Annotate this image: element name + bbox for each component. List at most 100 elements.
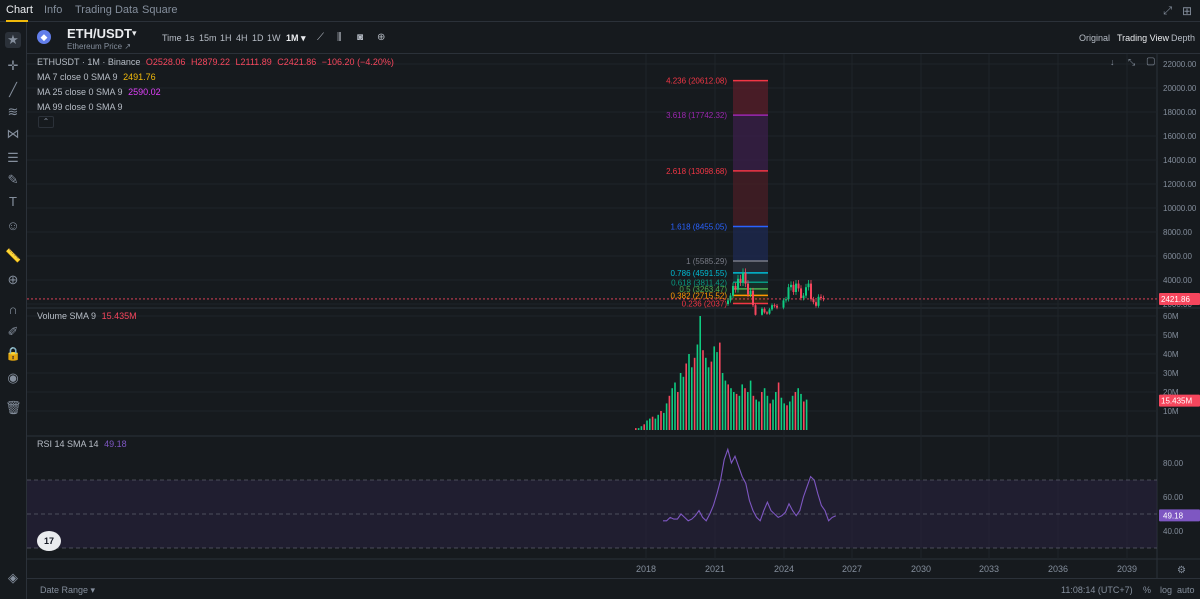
tab-square[interactable]: Square — [142, 4, 177, 16]
volume-bar — [635, 428, 637, 430]
candle-body — [815, 302, 817, 306]
tradingview-logo[interactable]: 17 — [37, 531, 61, 551]
percent-toggle[interactable]: % — [1143, 585, 1151, 595]
tab-trading-data[interactable]: Trading Data — [75, 4, 138, 16]
fib-level-label: 2.618 (13098.68) — [666, 167, 727, 176]
volume-bar — [752, 395, 755, 430]
candle-body — [805, 287, 807, 296]
eye-icon[interactable]: ◉ — [5, 370, 21, 386]
fib-zone — [733, 170, 768, 227]
interval-4h[interactable]: 4H — [236, 33, 248, 43]
interval-1s[interactable]: 1s — [185, 33, 195, 43]
date-range-button[interactable]: Date Range ▾ — [40, 585, 95, 596]
move-down-icon[interactable]: ↓ — [1110, 57, 1115, 67]
interval-15m[interactable]: 15m — [199, 33, 217, 43]
view-depth[interactable]: Depth — [1171, 33, 1195, 43]
volume-legend[interactable]: Volume SMA 9 15.435M — [37, 311, 140, 321]
candle-body — [795, 283, 797, 292]
volume-bar — [699, 316, 701, 430]
chart-canvas[interactable]: 2018 2021 2024 2027 2030 2033 2036 2039 22000.00… — [27, 54, 1200, 599]
lock-icon[interactable]: 🔒 — [5, 346, 21, 362]
view-original[interactable]: Original — [1079, 33, 1110, 43]
candle-body — [790, 284, 792, 288]
text-icon[interactable]: T — [5, 194, 21, 210]
volume-bar — [665, 403, 668, 430]
auto-toggle[interactable]: auto — [1177, 585, 1195, 595]
volume-bar — [794, 392, 797, 430]
time-tick-label: 2027 — [842, 564, 862, 574]
volume-tick-label: 50M — [1163, 331, 1179, 340]
volume-bar — [716, 352, 718, 430]
interval-1w[interactable]: 1W — [267, 33, 281, 43]
volume-bar — [671, 388, 673, 430]
candle-body — [800, 288, 802, 298]
collapse-legend-button[interactable]: ⌃ — [38, 116, 54, 128]
candle-body — [754, 305, 757, 315]
symbol-pair[interactable]: ETH/USDT — [67, 26, 132, 41]
price-tick-label: 16000.00 — [1163, 132, 1197, 141]
ruler-icon[interactable]: 📏 — [5, 248, 21, 264]
clock-readout: 11:08:14 (UTC+7) — [1061, 585, 1133, 595]
candle-body — [747, 283, 749, 295]
grid-layout-icon[interactable]: ⊞ — [1182, 4, 1192, 18]
fib-level-label: 1.618 (8455.05) — [671, 223, 728, 232]
tab-chart[interactable]: Chart — [6, 4, 33, 16]
collapse-icon[interactable]: ⤡ — [1128, 57, 1135, 68]
rsi-legend[interactable]: RSI 14 SMA 14 49.18 — [37, 439, 130, 449]
chart-area[interactable]: 2018 2021 2024 2027 2030 2033 2036 2039 22000.00… — [27, 54, 1200, 599]
fib-zone — [733, 226, 768, 261]
channel-icon[interactable]: ≋ — [5, 104, 21, 120]
crosshair-icon[interactable]: ✛ — [5, 58, 21, 74]
volume-bar — [677, 392, 679, 430]
trendline-icon[interactable]: ╱ — [5, 82, 21, 98]
fib-level-label: 4.236 (20612.08) — [666, 77, 727, 86]
volume-bar — [637, 428, 640, 430]
interval-1d[interactable]: 1D — [252, 33, 264, 43]
volume-bar — [741, 384, 743, 430]
maximize-icon[interactable]: ▢ — [1146, 56, 1155, 67]
add-icon[interactable]: ⊕ — [377, 32, 385, 43]
indicator-icon[interactable]: ⟋ — [317, 32, 324, 43]
volume-bar — [674, 382, 676, 430]
brush-icon[interactable]: ✎ — [5, 172, 21, 188]
candle-type-icon[interactable]: ⫼ — [337, 32, 342, 43]
volume-bar — [679, 373, 682, 430]
lock-drawing-icon[interactable]: ✐ — [5, 324, 21, 340]
expand-icon[interactable]: ⤢ — [1163, 5, 1172, 18]
interval-time[interactable]: Time — [162, 33, 182, 43]
price-tick-label: 20000.00 — [1163, 84, 1197, 93]
volume-tick-label: 30M — [1163, 369, 1179, 378]
volume-bar — [691, 367, 693, 430]
ma99-legend[interactable]: MA 99 close 0 SMA 9 — [37, 102, 126, 112]
volume-bar — [713, 346, 715, 430]
zoom-icon[interactable]: ⊕ — [5, 272, 21, 288]
ma7-legend[interactable]: MA 7 close 0 SMA 9 2491.76 — [37, 72, 159, 82]
interval-1h[interactable]: 1H — [220, 33, 232, 43]
interval-1m[interactable]: 1M ▾ — [286, 33, 306, 44]
volume-label: Volume SMA 9 — [37, 311, 97, 321]
log-toggle[interactable]: log — [1160, 585, 1172, 595]
rsi-label: RSI 14 SMA 14 — [37, 439, 99, 449]
ma25-legend[interactable]: MA 25 close 0 SMA 9 2590.02 — [37, 87, 164, 97]
volume-bar — [660, 411, 662, 430]
candle-body — [807, 283, 810, 288]
rsi-tick-label: 80.00 — [1163, 459, 1184, 468]
view-trading-view[interactable]: Trading View — [1117, 33, 1169, 43]
magnet-icon[interactable]: ∩ — [5, 302, 21, 318]
emoji-icon[interactable]: ☺ — [5, 218, 21, 234]
chevron-down-icon[interactable]: ▾ — [132, 28, 137, 39]
volume-bar — [685, 363, 687, 430]
symbol-subtitle[interactable]: Ethereum Price ↗ — [67, 42, 131, 51]
fib-icon[interactable]: ☰ — [5, 150, 21, 166]
layers-icon[interactable]: ◈ — [5, 570, 21, 586]
volume-bar — [702, 350, 704, 430]
fib-level-label: 3.618 (17742.32) — [666, 111, 727, 120]
tab-info[interactable]: Info — [44, 4, 62, 16]
camera-icon[interactable]: ◙ — [357, 32, 363, 43]
fib-level-label: 0.236 (2037) — [682, 300, 728, 309]
pattern-icon[interactable]: ⋈ — [5, 126, 21, 142]
volume-bar — [657, 414, 659, 430]
star-icon[interactable]: ★ — [5, 32, 21, 48]
volume-bar — [654, 418, 657, 430]
trash-icon[interactable]: 🗑 — [5, 400, 22, 416]
